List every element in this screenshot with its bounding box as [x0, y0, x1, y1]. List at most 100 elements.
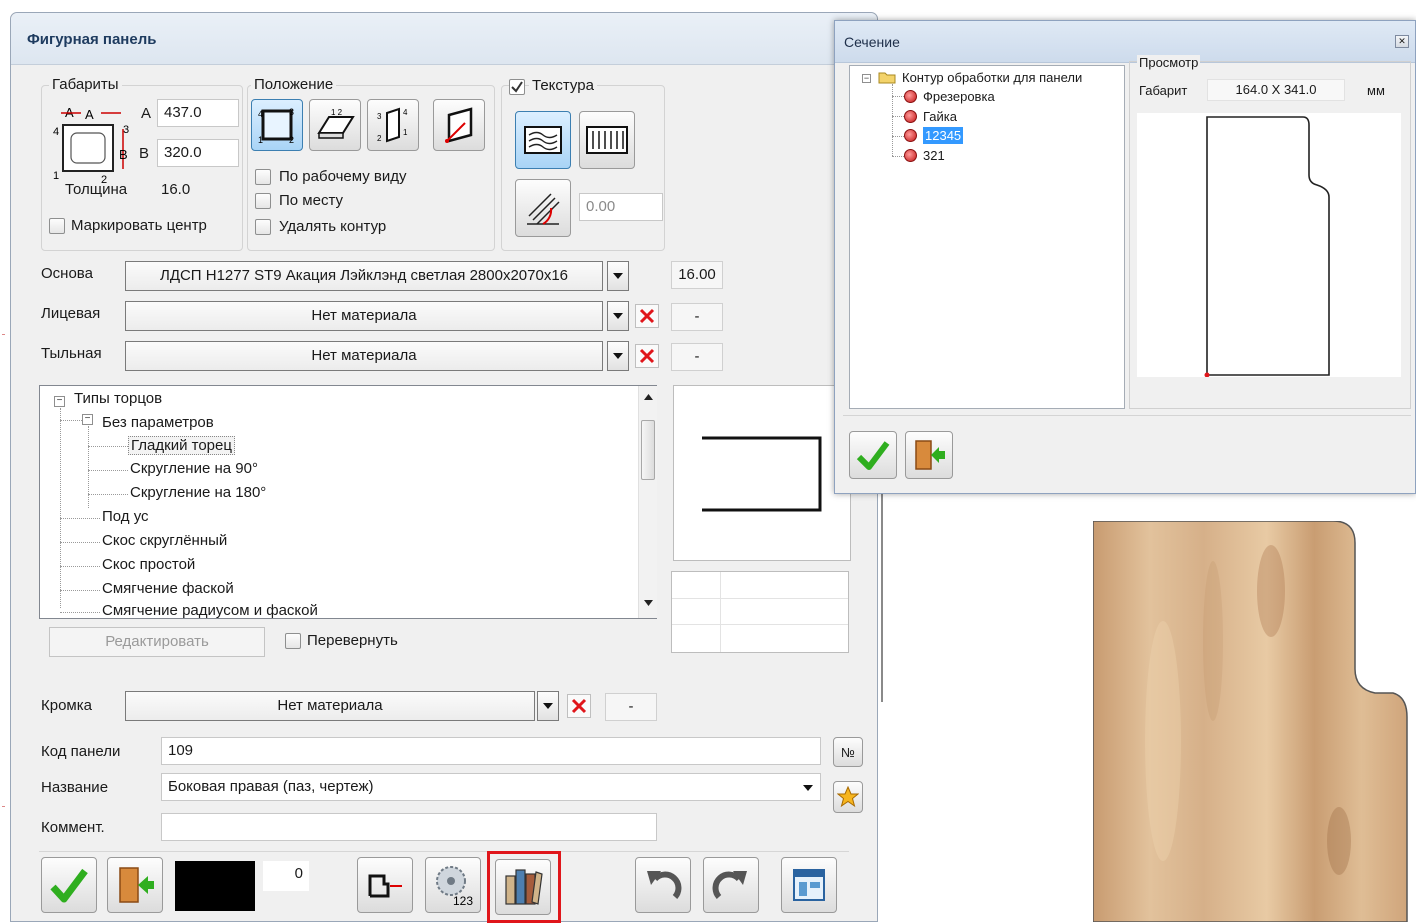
contour-item-321[interactable]: 321 [904, 148, 945, 163]
contour-marker-icon [904, 129, 917, 142]
undo-button[interactable] [635, 857, 691, 913]
contour-tree[interactable]: − Контур обработки для панели Фрезеровка… [849, 65, 1125, 409]
face-extra-button[interactable]: - [671, 303, 723, 331]
mark-center-checkbox[interactable] [49, 218, 65, 234]
face-material-combo[interactable]: Нет материала [125, 301, 603, 331]
edit-button[interactable]: Редактировать [49, 627, 265, 657]
scroll-thumb[interactable] [641, 420, 655, 480]
face-dropdown-arrow[interactable] [607, 301, 629, 331]
flip-checkbox[interactable] [285, 633, 301, 649]
tree-item-bevel-simple[interactable]: Скос простой [102, 556, 195, 573]
number-button[interactable]: № [833, 737, 863, 767]
tree-group[interactable]: Без параметров [102, 414, 214, 431]
position-custom-button[interactable] [433, 99, 485, 151]
panel-code-input[interactable]: 109 [161, 737, 821, 765]
tree-item-radius-chamfer[interactable]: Смягчение радиусом и фаской [102, 602, 318, 618]
contour-arrow-icon [368, 874, 402, 898]
base-dropdown-arrow[interactable] [607, 261, 629, 291]
edge-types-tree[interactable]: − Типы торцов − Без параметров Гладкий т… [39, 385, 657, 619]
star-icon [837, 786, 859, 808]
contour-item-selected[interactable]: 12345 [904, 127, 964, 144]
a-dimension-input[interactable]: 437.0 [157, 99, 239, 127]
tree-item-smooth[interactable]: Гладкий торец [128, 436, 235, 455]
svg-text:4: 4 [258, 109, 263, 119]
tree-item-round90[interactable]: Скругление на 90° [130, 460, 258, 477]
back-dropdown-arrow[interactable] [607, 341, 629, 371]
section-dialog-title: Сечение [835, 21, 1415, 63]
contour-item-nut[interactable]: Гайка [904, 109, 957, 124]
section-cancel-button[interactable] [905, 431, 953, 479]
edge-band-combo[interactable]: Нет материала [125, 691, 535, 721]
cancel-button[interactable] [107, 857, 163, 913]
redo-button[interactable] [703, 857, 759, 913]
section-divider [843, 415, 1411, 416]
back-clear-button[interactable] [635, 344, 659, 368]
tree-item-round180[interactable]: Скругление на 180° [130, 484, 266, 501]
contour-tree-root[interactable]: Контур обработки для панели [902, 70, 1082, 85]
remove-contour-checkbox[interactable] [255, 219, 271, 235]
favorite-button[interactable] [833, 781, 863, 813]
base-thickness-field[interactable]: 16.00 [671, 261, 723, 289]
materials-library-button[interactable] [495, 859, 551, 915]
panel-vertical-icon: 3 4 2 1 [377, 107, 408, 143]
color-swatch[interactable] [175, 861, 255, 911]
panel-custom-position-icon [445, 107, 473, 143]
section-ok-button[interactable] [849, 431, 897, 479]
tree-item-radius-chamfer-clip: Смягчение радиусом и фаской [102, 602, 318, 618]
ok-button[interactable] [41, 857, 97, 913]
tree-item-miter[interactable]: Под ус [102, 508, 149, 525]
svg-text:2: 2 [377, 134, 382, 143]
tree-collapse-icon[interactable]: − [82, 414, 93, 425]
color-counter[interactable]: 0 [263, 861, 309, 891]
tree-root[interactable]: Типы торцов [74, 390, 162, 407]
back-extra-button[interactable]: - [671, 343, 723, 371]
close-icon[interactable]: ✕ [1395, 35, 1409, 48]
toolbar-divider [39, 851, 849, 852]
position-vertical-button[interactable]: 3 4 2 1 [367, 99, 419, 151]
panel-name-input[interactable]: Боковая правая (паз, чертеж) [161, 773, 821, 801]
face-clear-button[interactable] [635, 304, 659, 328]
edge-band-label: Кромка [41, 697, 92, 714]
in-place-checkbox[interactable] [255, 193, 271, 209]
check-icon [856, 441, 890, 470]
scroll-up-icon[interactable] [644, 394, 653, 400]
by-work-view-checkbox[interactable] [255, 169, 271, 185]
contour-button[interactable] [357, 857, 413, 913]
edge-band-extra-button[interactable]: - [605, 693, 657, 721]
tree-item-bevel-round[interactable]: Скос скруглённый [102, 532, 227, 549]
texture-angle-button[interactable] [515, 179, 571, 237]
svg-text:3: 3 [289, 107, 294, 117]
texture-angle-input[interactable]: 0.00 [579, 193, 663, 221]
scroll-down-icon[interactable] [644, 600, 653, 606]
contour-item-milling[interactable]: Фрезеровка [904, 89, 995, 104]
exit-door-icon [915, 440, 945, 470]
chevron-down-icon [543, 703, 553, 709]
tree-item-chamfer[interactable]: Смягчение фаской [102, 580, 234, 597]
tree-collapse-icon[interactable]: − [862, 74, 871, 83]
b-dimension-input[interactable]: 320.0 [157, 139, 239, 167]
section-dialog: Сечение ✕ − Контур обработки для панели … [834, 20, 1416, 494]
texture-checkbox[interactable] [509, 79, 525, 95]
chevron-down-icon[interactable] [803, 785, 813, 791]
tree-scrollbar[interactable] [638, 386, 657, 618]
edge-band-dropdown-arrow[interactable] [537, 691, 559, 721]
remove-contour-label: Удалять контур [279, 218, 387, 235]
base-material-combo[interactable]: ЛДСП Н1277 ST9 Акация Лэйклэнд светлая 2… [125, 261, 603, 291]
section-preview-canvas [1137, 113, 1401, 378]
size-label: Габарит [1139, 83, 1188, 98]
checkmark-icon [511, 81, 523, 93]
drilling-button[interactable]: 123 [425, 857, 481, 913]
texture-horizontal-button[interactable] [515, 111, 571, 169]
layout-button[interactable] [781, 857, 837, 913]
position-legend: Положение [251, 76, 337, 93]
texture-vertical-button[interactable] [579, 111, 635, 169]
comment-input[interactable] [161, 813, 657, 841]
position-front-button[interactable]: 4 3 1 2 [251, 99, 303, 151]
position-horizontal-button[interactable]: 1 2 [309, 99, 361, 151]
flip-label: Перевернуть [307, 632, 398, 649]
tree-collapse-icon[interactable]: − [54, 396, 65, 407]
back-material-combo[interactable]: Нет материала [125, 341, 603, 371]
texture-angle-icon [527, 193, 560, 225]
a-label: A [141, 105, 152, 122]
edge-band-clear-button[interactable] [567, 694, 591, 718]
